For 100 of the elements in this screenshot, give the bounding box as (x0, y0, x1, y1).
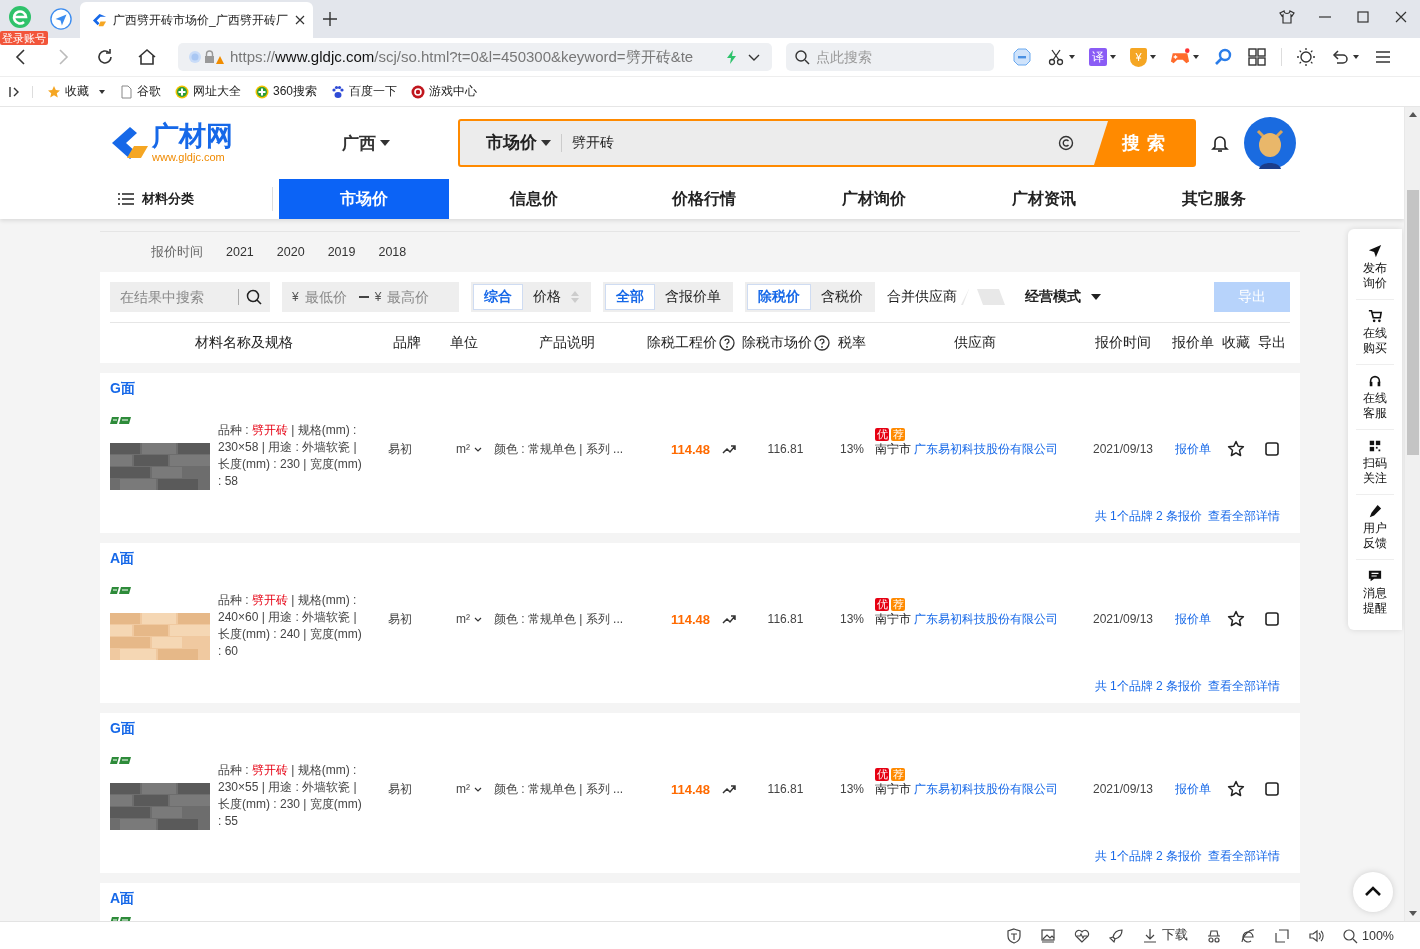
skin-shirt-icon[interactable] (1279, 9, 1295, 25)
view-details-link[interactable]: 查看全部详情 (1208, 678, 1280, 695)
supplier-link[interactable]: 广东易初科技股份有限公司 (914, 781, 1058, 798)
quote-summary-link[interactable]: 共 1个品牌 2 条报价 (1094, 848, 1202, 865)
scroll-thumb[interactable] (1406, 190, 1419, 455)
bell-icon[interactable] (1210, 133, 1230, 153)
site-logo[interactable]: 广材网 www.gldjc.com (110, 123, 246, 163)
zoom-level-button[interactable]: 100% (1342, 927, 1394, 944)
bookmark-item[interactable]: 百度一下 (331, 83, 398, 100)
maximize-icon[interactable] (1355, 9, 1371, 25)
caret-icon[interactable] (1150, 55, 1156, 59)
sidebar-item[interactable]: 发布询价 (1356, 235, 1394, 300)
quote-link[interactable]: 报价单 (1175, 440, 1211, 458)
search-query-input[interactable]: 劈开砖 (572, 135, 1058, 151)
shield-icon[interactable] (1006, 927, 1022, 944)
business-mode-dropdown[interactable]: 经营模式 (1025, 288, 1101, 306)
translate-button[interactable]: 译 (1089, 48, 1107, 66)
quote-summary-link[interactable]: 共 1个品牌 2 条报价 (1094, 678, 1202, 695)
region-dropdown[interactable]: 广西 (342, 131, 458, 155)
product-title[interactable]: G面 (110, 720, 135, 738)
heart-pulse-icon[interactable] (1074, 927, 1090, 944)
sort-option[interactable]: 价格 (523, 284, 589, 310)
year-option[interactable]: 2019 (327, 245, 356, 259)
category-menu[interactable]: 材料分类 (110, 179, 270, 219)
key-icon[interactable] (1213, 47, 1233, 67)
search-icon[interactable] (246, 289, 262, 305)
year-option[interactable]: 2020 (276, 245, 305, 259)
favorite-star-icon[interactable] (1226, 780, 1245, 798)
unit-dropdown[interactable]: m² (436, 782, 491, 796)
tax-option[interactable]: 含税价 (811, 284, 873, 310)
sidebar-item[interactable]: 用户反馈 (1356, 495, 1394, 560)
apps-grid-icon[interactable] (1247, 47, 1267, 67)
browser-tab[interactable]: 广西劈开砖市场价_广西劈开砖厂 (80, 2, 313, 38)
window-icon[interactable] (1274, 927, 1290, 944)
trend-icon[interactable] (722, 444, 737, 454)
export-checkbox[interactable] (1264, 442, 1279, 456)
incognito-icon[interactable] (1206, 927, 1222, 944)
scrollbar[interactable] (1404, 107, 1420, 921)
caret-icon[interactable] (1110, 55, 1116, 59)
sidebar-item[interactable]: 在线购买 (1356, 300, 1394, 365)
home-icon[interactable] (137, 47, 157, 67)
download-button[interactable]: 下载 (1142, 927, 1188, 944)
result-search-field[interactable]: 在结果中搜索 (110, 282, 270, 312)
scroll-up-icon[interactable] (1408, 112, 1417, 117)
export-checkbox[interactable] (1264, 782, 1279, 796)
product-title[interactable]: G面 (110, 380, 135, 398)
close-icon[interactable] (1393, 9, 1409, 25)
bookmark-item[interactable]: 收藏 (47, 83, 105, 100)
caret-icon[interactable] (1193, 55, 1199, 59)
supplier-link[interactable]: 广东易初科技股份有限公司 (914, 611, 1058, 628)
nav-tab[interactable]: 市场价 (279, 179, 449, 219)
nav-tab[interactable]: 广材资讯 (959, 179, 1129, 219)
quote-summary-link[interactable]: 共 1个品牌 2 条报价 (1094, 508, 1202, 525)
help-icon[interactable] (813, 335, 830, 351)
new-tab-icon[interactable] (323, 12, 337, 26)
product-title[interactable]: A面 (110, 550, 135, 568)
quote-link[interactable]: 报价单 (1175, 780, 1211, 798)
bookmark-item[interactable]: 360搜索 (255, 83, 318, 100)
close-tab-icon[interactable] (295, 15, 305, 25)
sidebar-item[interactable]: 消息提醒 (1356, 560, 1394, 624)
view-details-link[interactable]: 查看全部详情 (1208, 508, 1280, 525)
bookmark-item[interactable]: 谷歌 (119, 83, 161, 100)
help-icon[interactable] (718, 335, 735, 351)
nav-tab[interactable]: 信息价 (449, 179, 619, 219)
sidebar-item[interactable]: 在线客服 (1356, 365, 1394, 430)
nav-tab[interactable]: 其它服务 (1129, 179, 1299, 219)
search-scope-dropdown[interactable]: 市场价 (460, 134, 562, 152)
tax-option[interactable]: 除税价 (747, 284, 811, 310)
avatar[interactable] (1244, 117, 1296, 169)
ie-compat-icon[interactable] (1240, 927, 1256, 944)
undo-icon[interactable] (1330, 47, 1350, 67)
unit-dropdown[interactable]: m² (436, 442, 491, 456)
bookmark-item[interactable]: 网址大全 (175, 83, 241, 100)
bookmark-item[interactable]: 游戏中心 (411, 83, 478, 100)
scope-option[interactable]: 含报价单 (655, 284, 731, 310)
supplier-link[interactable]: 广东易初科技股份有限公司 (914, 441, 1058, 458)
caret-icon[interactable] (1069, 55, 1075, 59)
rocket-icon[interactable] (1108, 927, 1124, 944)
scroll-down-icon[interactable] (1408, 911, 1417, 916)
min-price-input[interactable]: 最低价 (304, 289, 353, 305)
year-option[interactable]: 2018 (378, 245, 407, 259)
address-field[interactable]: https://www.gldjc.com/scj/so.html?t=0&l=450300&keyword=劈开砖&te (178, 43, 772, 71)
export-checkbox[interactable] (1264, 612, 1279, 626)
nav-tab[interactable]: 广材询价 (789, 179, 959, 219)
scissors-icon[interactable] (1046, 47, 1066, 67)
max-price-input[interactable]: 最高价 (387, 289, 436, 305)
sort-option[interactable]: 综合 (473, 284, 523, 310)
site-search-box[interactable]: 市场价 劈开砖 搜 索 (458, 119, 1196, 167)
view-details-link[interactable]: 查看全部详情 (1208, 848, 1280, 865)
brightness-icon[interactable] (1296, 47, 1316, 67)
reload-icon[interactable] (95, 47, 115, 67)
speaker-icon[interactable] (1308, 927, 1324, 944)
trend-icon[interactable] (722, 614, 737, 624)
sidebar-item[interactable]: 扫码关注 (1356, 430, 1394, 495)
copyright-icon[interactable] (1058, 135, 1074, 151)
back-to-top-button[interactable] (1353, 872, 1393, 912)
product-title[interactable]: A面 (110, 890, 135, 908)
nav-tab[interactable]: 价格行情 (619, 179, 789, 219)
ad-block-icon[interactable] (1012, 47, 1032, 67)
unit-dropdown[interactable]: m² (436, 612, 491, 626)
